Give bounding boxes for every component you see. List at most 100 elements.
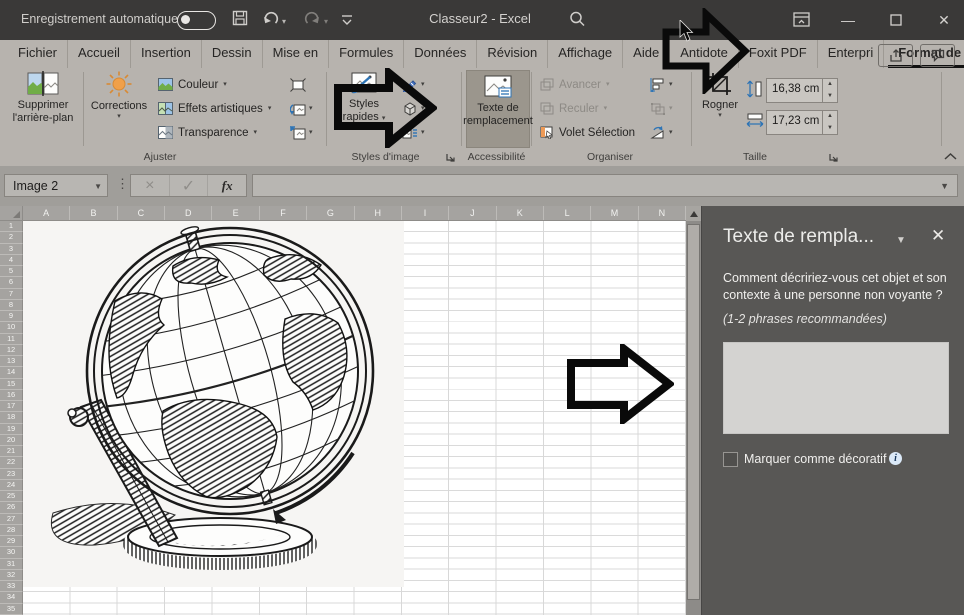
tab-antidote[interactable]: Antidote: [670, 40, 739, 68]
comments-button[interactable]: [920, 44, 955, 67]
effets-artistiques-menu[interactable]: Effets artistiques▾: [158, 98, 271, 119]
couleur-menu[interactable]: Couleur▾: [158, 74, 227, 95]
row-header-25[interactable]: 25: [0, 491, 23, 502]
row-header-2[interactable]: 2: [0, 232, 23, 243]
tab-aide[interactable]: Aide: [623, 40, 670, 68]
quick-access-toolbar-icon[interactable]: [340, 14, 354, 26]
row-header-11[interactable]: 11: [0, 334, 23, 345]
row-header-30[interactable]: 30: [0, 547, 23, 558]
corrections-button[interactable]: Corrections ▾: [88, 71, 150, 121]
row-header-1[interactable]: 1: [0, 221, 23, 232]
row-header-15[interactable]: 15: [0, 379, 23, 390]
row-header-16[interactable]: 16: [0, 390, 23, 401]
enter-button[interactable]: ✓: [170, 175, 209, 196]
vertical-scrollbar[interactable]: [686, 206, 701, 615]
scrollbar-thumb[interactable]: [687, 224, 700, 600]
pane-close-icon[interactable]: ✕: [931, 226, 945, 246]
tab-fichier[interactable]: Fichier: [8, 40, 68, 68]
pane-options-chevron[interactable]: ▼: [896, 235, 906, 246]
reset-picture-button[interactable]: ▾: [290, 122, 320, 143]
picture-effects-button[interactable]: ▾: [402, 98, 432, 119]
column-header-C[interactable]: C: [118, 206, 165, 220]
formula-input[interactable]: ▼: [252, 174, 958, 197]
row-header-5[interactable]: 5: [0, 266, 23, 277]
undo-icon[interactable]: [262, 10, 279, 27]
row-header-18[interactable]: 18: [0, 412, 23, 423]
row-header-13[interactable]: 13: [0, 356, 23, 367]
ribbon-display-options-icon[interactable]: [793, 12, 810, 27]
picture-layout-button[interactable]: ▾: [402, 122, 432, 143]
scroll-up-button[interactable]: [686, 206, 701, 221]
row-header-17[interactable]: 17: [0, 401, 23, 412]
row-header-6[interactable]: 6: [0, 277, 23, 288]
column-header-E[interactable]: E: [212, 206, 259, 220]
height-down[interactable]: ▼: [823, 91, 837, 103]
row-header-10[interactable]: 10: [0, 322, 23, 333]
row-header-27[interactable]: 27: [0, 514, 23, 525]
row-header-22[interactable]: 22: [0, 457, 23, 468]
column-header-B[interactable]: B: [70, 206, 117, 220]
alt-text-button[interactable]: Texte deremplacement: [466, 70, 530, 148]
column-header-F[interactable]: F: [260, 206, 307, 220]
row-header-8[interactable]: 8: [0, 300, 23, 311]
row-header-4[interactable]: 4: [0, 255, 23, 266]
row-header-7[interactable]: 7: [0, 289, 23, 300]
autosave-toggle[interactable]: [177, 11, 216, 30]
quick-styles-button[interactable]: Stylesrapides ▾: [335, 71, 393, 123]
width-spinbox[interactable]: 17,23 cm ▲▼: [766, 110, 838, 135]
tab-dessin[interactable]: Dessin: [202, 40, 263, 68]
column-header-I[interactable]: I: [402, 206, 449, 220]
row-header-21[interactable]: 21: [0, 446, 23, 457]
row-header-32[interactable]: 32: [0, 570, 23, 581]
tab-enterpri[interactable]: Enterpri: [818, 40, 885, 68]
column-header-D[interactable]: D: [165, 206, 212, 220]
row-header-28[interactable]: 28: [0, 525, 23, 536]
styles-dialog-launcher[interactable]: [445, 152, 456, 163]
search-icon[interactable]: [568, 10, 586, 28]
height-spinbox[interactable]: 16,38 cm ▲▼: [766, 78, 838, 103]
decorative-checkbox[interactable]: [723, 452, 738, 467]
close-button[interactable]: ✕: [924, 0, 964, 40]
reculer-menu[interactable]: Reculer▾: [540, 98, 607, 119]
volet-selection-menu[interactable]: Volet Sélection: [540, 122, 635, 143]
alt-text-textarea[interactable]: [723, 342, 949, 434]
height-spinner[interactable]: ▲▼: [822, 79, 837, 102]
maximize-button[interactable]: [876, 0, 916, 40]
remove-background-button[interactable]: Supprimer l'arrière-plan: [5, 71, 81, 124]
name-box[interactable]: Image 2 ▼: [4, 174, 108, 197]
row-header-34[interactable]: 34: [0, 592, 23, 603]
row-header-31[interactable]: 31: [0, 559, 23, 570]
row-header-24[interactable]: 24: [0, 480, 23, 491]
change-picture-button[interactable]: ▾: [290, 98, 320, 119]
collapse-ribbon-chevron[interactable]: [944, 152, 957, 161]
tab-insertion[interactable]: Insertion: [131, 40, 202, 68]
save-icon[interactable]: [232, 10, 248, 26]
column-header-K[interactable]: K: [497, 206, 544, 220]
undo-dropdown[interactable]: ▾: [282, 17, 286, 26]
row-header-9[interactable]: 9: [0, 311, 23, 322]
column-header-L[interactable]: L: [544, 206, 591, 220]
row-header-19[interactable]: 19: [0, 424, 23, 435]
width-down[interactable]: ▼: [823, 123, 837, 135]
height-value[interactable]: 16,38 cm: [767, 79, 822, 102]
row-header-26[interactable]: 26: [0, 502, 23, 513]
transparence-menu[interactable]: Transparence▾: [158, 122, 257, 143]
formula-bar-expand-chevron[interactable]: ▼: [940, 181, 949, 191]
tab-donn-es[interactable]: Données: [404, 40, 477, 68]
taille-dialog-launcher[interactable]: [828, 152, 839, 163]
column-header-G[interactable]: G: [307, 206, 354, 220]
row-header-20[interactable]: 20: [0, 435, 23, 446]
tab-foxit-pdf[interactable]: Foxit PDF: [739, 40, 818, 68]
column-header-N[interactable]: N: [639, 206, 686, 220]
column-header-A[interactable]: A: [23, 206, 70, 220]
column-header-H[interactable]: H: [355, 206, 402, 220]
row-header-23[interactable]: 23: [0, 469, 23, 480]
picture-border-button[interactable]: ▾: [402, 74, 432, 95]
row-header-35[interactable]: 35: [0, 604, 23, 615]
rogner-button[interactable]: Rogner ▾: [696, 72, 744, 120]
width-up[interactable]: ▲: [823, 111, 837, 123]
insert-function-button[interactable]: fx: [208, 175, 246, 196]
name-box-dropdown[interactable]: ▼: [94, 182, 102, 191]
rotate-objects-button[interactable]: ▾: [650, 122, 680, 143]
redo-dropdown[interactable]: ▾: [324, 17, 328, 26]
